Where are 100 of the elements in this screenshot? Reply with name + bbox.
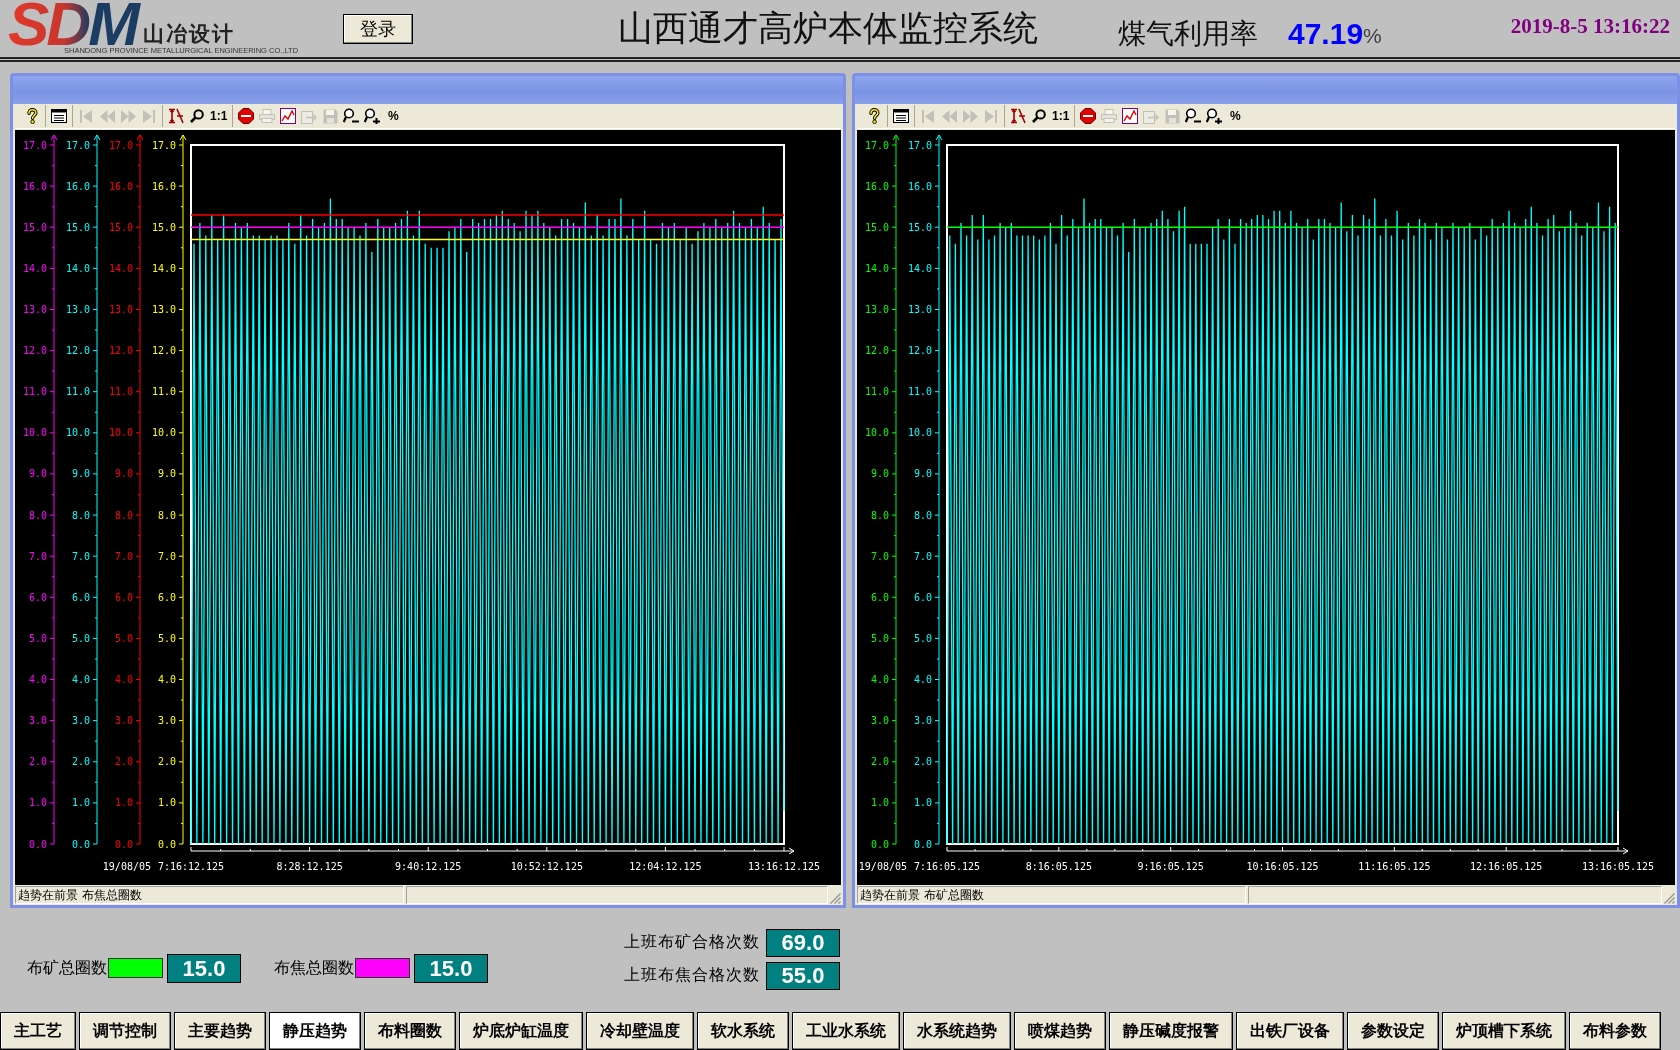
y-tick-label: 16.0 (108, 180, 133, 192)
y-tick-label: 3.0 (28, 715, 47, 727)
y-tick-label: 11.0 (864, 386, 889, 398)
y-tick-label: 14.0 (108, 262, 133, 274)
y-tick-label: 1.0 (71, 797, 90, 809)
y-tick-label: 8.0 (870, 509, 889, 521)
x-tick-label: 8:28:12.125 (276, 861, 343, 872)
indicator-label: 布矿总圈数 (27, 957, 107, 979)
y-tick-label: 2.0 (157, 756, 176, 768)
y-tick-label: 7.0 (28, 550, 47, 562)
company-name: 山冶设计 (142, 22, 235, 46)
y-tick-label: 5.0 (114, 632, 133, 644)
y-tick-label: 14.0 (864, 262, 889, 274)
x-tick-label: 9:16:05.125 (1137, 861, 1204, 872)
y-tick-label: 5.0 (157, 632, 176, 644)
y-tick-label: 15.0 (907, 221, 932, 233)
y-tick-label: 14.0 (22, 262, 47, 274)
y-tick-label: 10.0 (22, 427, 47, 439)
y-tick-label: 11.0 (22, 386, 47, 398)
y-tick-label: 0.0 (28, 838, 47, 850)
y-tick-label: 2.0 (913, 756, 932, 768)
y-tick-label: 8.0 (28, 509, 47, 521)
y-tick-label: 4.0 (157, 674, 176, 686)
x-tick-label: 11:16:05.125 (1358, 861, 1431, 872)
y-tick-label: 1.0 (913, 797, 932, 809)
y-tick-label: 15.0 (22, 221, 47, 233)
y-tick-label: 15.0 (151, 221, 176, 233)
y-tick-label: 0.0 (71, 838, 90, 850)
x-axis-date: 19/08/05 (102, 861, 151, 872)
y-tick-label: 9.0 (28, 468, 47, 480)
y-tick-label: 15.0 (65, 221, 90, 233)
y-tick-label: 16.0 (151, 180, 176, 192)
y-tick-label: 0.0 (114, 838, 133, 850)
value-display: 55.0 (766, 961, 840, 990)
y-tick-label: 7.0 (913, 550, 932, 562)
x-axis-date: 19/08/05 (858, 861, 907, 872)
y-tick-label: 6.0 (157, 591, 176, 603)
y-tick-label: 1.0 (114, 797, 133, 809)
y-tick-label: 13.0 (907, 303, 932, 315)
y-tick-label: 16.0 (907, 180, 932, 192)
y-tick-label: 11.0 (65, 386, 90, 398)
y-tick-label: 17.0 (65, 139, 90, 151)
y-tick-label: 7.0 (870, 550, 889, 562)
x-tick-label: 7:16:12.125 (157, 861, 225, 872)
x-tick-label: 8:16:05.125 (1025, 861, 1092, 872)
y-tick-label: 4.0 (870, 674, 889, 686)
y-tick-label: 8.0 (913, 509, 932, 521)
logo-mark: SDM (8, 2, 141, 46)
value-display: 69.0 (766, 928, 840, 957)
system-title: 山西通才高炉本体监控系统 (618, 8, 1038, 49)
x-tick-label: 9:40:12.125 (395, 861, 462, 872)
y-tick-label: 0.0 (157, 838, 176, 850)
y-tick-label: 12.0 (108, 345, 133, 357)
y-tick-label: 2.0 (870, 756, 889, 768)
y-tick-label: 15.0 (864, 221, 889, 233)
y-tick-label: 4.0 (114, 674, 133, 686)
y-tick-label: 4.0 (71, 674, 90, 686)
y-tick-label: 1.0 (157, 797, 176, 809)
y-tick-label: 9.0 (114, 468, 133, 480)
y-tick-label: 17.0 (108, 139, 133, 151)
y-tick-label: 2.0 (71, 756, 90, 768)
y-tick-label: 10.0 (65, 427, 90, 439)
y-tick-label: 16.0 (864, 180, 889, 192)
status-text: 趋势在前景 布矿总圈数 (857, 886, 1246, 904)
y-tick-label: 17.0 (151, 139, 176, 151)
y-tick-label: 1.0 (870, 797, 889, 809)
y-tick-label: 7.0 (157, 550, 176, 562)
count-label: 上班布矿合格次数 (624, 932, 760, 953)
y-tick-label: 14.0 (65, 262, 90, 274)
y-tick-label: 9.0 (870, 468, 889, 480)
y-tick-label: 5.0 (28, 632, 47, 644)
y-tick-label: 13.0 (864, 303, 889, 315)
x-tick-label: 10:52:12.125 (510, 861, 583, 872)
y-tick-label: 7.0 (71, 550, 90, 562)
percent-unit: % (1363, 22, 1382, 49)
y-tick-label: 3.0 (71, 715, 90, 727)
y-tick-label: 4.0 (28, 674, 47, 686)
y-tick-label: 10.0 (108, 427, 133, 439)
y-tick-label: 10.0 (907, 427, 932, 439)
y-tick-label: 9.0 (157, 468, 176, 480)
y-tick-label: 11.0 (108, 386, 133, 398)
y-tick-label: 0.0 (913, 838, 932, 850)
y-tick-label: 8.0 (71, 509, 90, 521)
y-tick-label: 17.0 (907, 139, 932, 151)
y-tick-label: 15.0 (108, 221, 133, 233)
y-tick-label: 1.0 (28, 797, 47, 809)
indicator-label: 布焦总圈数 (274, 957, 354, 979)
y-tick-label: 17.0 (22, 139, 47, 151)
y-tick-label: 2.0 (28, 756, 47, 768)
y-tick-label: 13.0 (108, 303, 133, 315)
y-tick-label: 14.0 (151, 262, 176, 274)
y-tick-label: 4.0 (913, 674, 932, 686)
y-tick-label: 16.0 (22, 180, 47, 192)
y-tick-label: 13.0 (151, 303, 176, 315)
y-tick-label: 12.0 (65, 345, 90, 357)
y-tick-label: 12.0 (22, 345, 47, 357)
y-tick-label: 12.0 (864, 345, 889, 357)
y-tick-label: 10.0 (151, 427, 176, 439)
gas-utilization-value: 47.19 (1288, 16, 1364, 51)
y-tick-label: 14.0 (907, 262, 932, 274)
